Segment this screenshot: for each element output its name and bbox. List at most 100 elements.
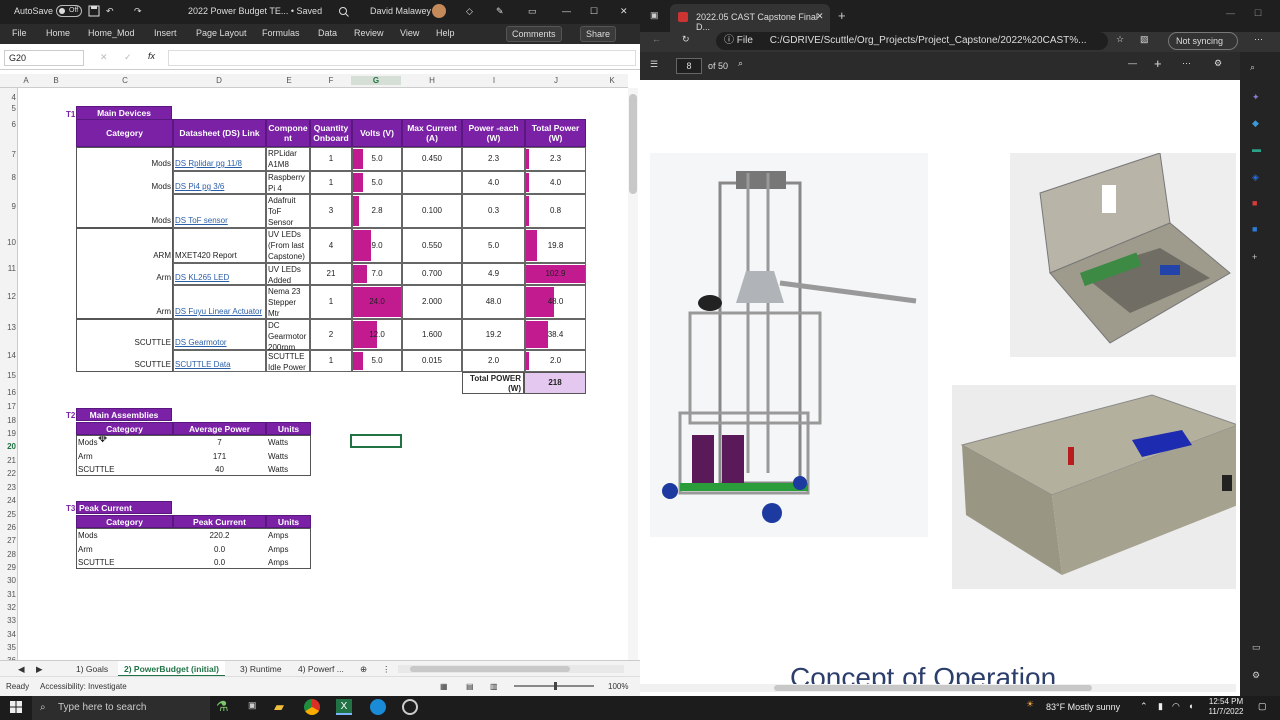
sidebar-add-icon[interactable]: + (1252, 252, 1257, 262)
status-accessibility[interactable]: Accessibility: Investigate (40, 682, 127, 691)
row-header-14[interactable]: 14 (0, 351, 16, 360)
notifications-icon[interactable]: ▢ (1258, 701, 1267, 712)
row-header-17[interactable]: 17 (0, 402, 16, 411)
row-header-11[interactable]: 11 (0, 264, 16, 273)
row-header-5[interactable]: 5 (0, 104, 16, 113)
science-app-icon[interactable]: ⚗ (216, 698, 229, 715)
t1-datasheet-link-3[interactable]: DS ToF sensor (175, 216, 264, 225)
battery-icon[interactable]: ▮ (1158, 701, 1163, 712)
t1-datasheet-link-8[interactable]: SCUTTLE Data (175, 360, 264, 369)
row-header-20[interactable]: 20 (0, 442, 16, 451)
zoom-out-icon[interactable]: — (1128, 58, 1137, 68)
sidebar-briefcase-icon[interactable]: ▬ (1252, 144, 1261, 154)
row-header-10[interactable]: 10 (0, 238, 16, 247)
taskbar-search[interactable]: ⌕ Type here to search (32, 696, 210, 720)
formula-input[interactable] (168, 50, 636, 66)
new-tab-icon[interactable]: + (838, 8, 846, 23)
t1-datasheet-link-6[interactable]: DS Fuyu Linear Actuator (175, 307, 264, 316)
row-header-15[interactable]: 15 (0, 371, 16, 380)
column-header-h[interactable]: H (401, 76, 463, 85)
page-break-icon[interactable]: ▥ (490, 682, 498, 691)
close-tab-icon[interactable]: ✕ (816, 11, 824, 22)
row-header-21[interactable]: 21 (0, 456, 16, 465)
undo-icon[interactable]: ↶ (106, 6, 114, 17)
zoom-level[interactable]: 100% (608, 682, 628, 691)
row-header-34[interactable]: 34 (0, 630, 16, 639)
t1-datasheet-link-5[interactable]: DS KL265 LED (175, 273, 264, 282)
row-header-6[interactable]: 6 (0, 120, 16, 129)
minimize-icon[interactable]: — (562, 6, 571, 16)
favorite-icon[interactable]: ☆ (1116, 34, 1124, 45)
menu-home[interactable]: Home (46, 28, 70, 38)
enter-icon[interactable]: ✓ (124, 52, 132, 63)
user-name[interactable]: David Malawey (370, 6, 431, 16)
save-icon[interactable] (88, 5, 100, 17)
row-header-33[interactable]: 33 (0, 616, 16, 625)
close-icon[interactable]: ✕ (620, 6, 628, 17)
vertical-scroll-thumb[interactable] (629, 94, 637, 194)
menu-insert[interactable]: Insert (154, 28, 177, 38)
row-header-8[interactable]: 8 (0, 173, 16, 182)
add-sheet-icon[interactable]: ⊕ (360, 664, 367, 675)
worksheet-grid[interactable]: T1 Main Devices Total POWER (W) 218 T2 M… (18, 88, 628, 660)
sidebar-tag-icon[interactable]: ◆ (1252, 118, 1259, 129)
row-header-27[interactable]: 27 (0, 536, 16, 545)
row-header-7[interactable]: 7 (0, 150, 16, 159)
row-header-23[interactable]: 23 (0, 483, 16, 492)
sheet-tab-runtime[interactable]: 3) Runtime (240, 664, 282, 674)
diamond-icon[interactable]: ◇ (466, 6, 473, 17)
tab-actions-icon[interactable]: ▣ (650, 10, 659, 21)
menu-help[interactable]: Help (436, 28, 455, 38)
network-icon[interactable]: ◠ (1172, 701, 1180, 712)
volume-icon[interactable]: ◖ (1188, 701, 1193, 711)
sync-button[interactable]: Not syncing (1168, 32, 1238, 50)
zoom-slider-handle[interactable] (554, 682, 557, 690)
tray-chevron-icon[interactable]: ⌃ (1140, 701, 1148, 712)
row-header-29[interactable]: 29 (0, 563, 16, 572)
t1-datasheet-link-1[interactable]: DS Rplidar pg 11/8 (175, 159, 264, 168)
document-title[interactable]: 2022 Power Budget TE... • Saved (188, 6, 322, 16)
pen-icon[interactable]: ✎ (496, 6, 504, 17)
contents-icon[interactable]: ☰ (650, 59, 658, 70)
menu-data[interactable]: Data (318, 28, 337, 38)
normal-view-icon[interactable]: ▦ (440, 682, 448, 691)
comments-button[interactable]: Comments (506, 26, 562, 42)
next-sheet-icon[interactable]: ▶ (36, 664, 43, 675)
page-layout-icon[interactable]: ▤ (466, 682, 474, 691)
menu-review[interactable]: Review (354, 28, 384, 38)
start-icon[interactable] (10, 701, 22, 713)
zoom-in-icon[interactable]: + (1154, 56, 1162, 71)
menu-page-layout[interactable]: Page Layout (196, 28, 247, 38)
collections-icon[interactable]: ▧ (1140, 34, 1149, 45)
sidebar-sparkle-icon[interactable]: ✦ (1252, 92, 1260, 103)
search-icon[interactable] (338, 6, 349, 17)
row-header-32[interactable]: 32 (0, 603, 16, 612)
row-header-18[interactable]: 18 (0, 416, 16, 425)
row-header-19[interactable]: 19 (0, 429, 16, 438)
ribbon-display-icon[interactable]: ▭ (528, 6, 537, 17)
row-header-24[interactable]: 24 (0, 496, 16, 505)
url-field[interactable]: ⓘ File C:/GDRIVE/Scuttle/Org_Projects/Pr… (716, 32, 1108, 50)
row-header-22[interactable]: 22 (0, 469, 16, 478)
sheet-tab-power[interactable]: 4) Powerf ... (298, 664, 344, 674)
selected-cell-g20[interactable] (350, 434, 402, 448)
pdf-page-view[interactable]: Concept of Operation (640, 80, 1236, 686)
edge-taskbar-icon[interactable] (370, 699, 386, 715)
maximize-icon[interactable]: ☐ (590, 6, 598, 17)
weather-icon[interactable]: ☀ (1026, 699, 1034, 710)
menu-formulas[interactable]: Formulas (262, 28, 300, 38)
more-icon[interactable]: ⋮ (382, 664, 391, 675)
vertical-scrollbar[interactable] (628, 88, 638, 660)
column-header-f[interactable]: F (311, 76, 351, 85)
prev-sheet-icon[interactable]: ◀ (18, 664, 25, 675)
refresh-icon[interactable]: ↻ (682, 34, 690, 45)
t1-datasheet-link-7[interactable]: DS Gearmotor (175, 338, 264, 347)
row-header-25[interactable]: 25 (0, 510, 16, 519)
redo-icon[interactable]: ↷ (134, 6, 142, 17)
share-button[interactable]: Share (580, 26, 617, 42)
browser-maximize-icon[interactable]: ☐ (1254, 8, 1262, 19)
pdf-more-icon[interactable]: ⋯ (1182, 58, 1191, 69)
row-header-4[interactable]: 4 (0, 93, 16, 102)
menu-file[interactable]: File (12, 28, 27, 38)
column-header-k[interactable]: K (597, 76, 627, 85)
